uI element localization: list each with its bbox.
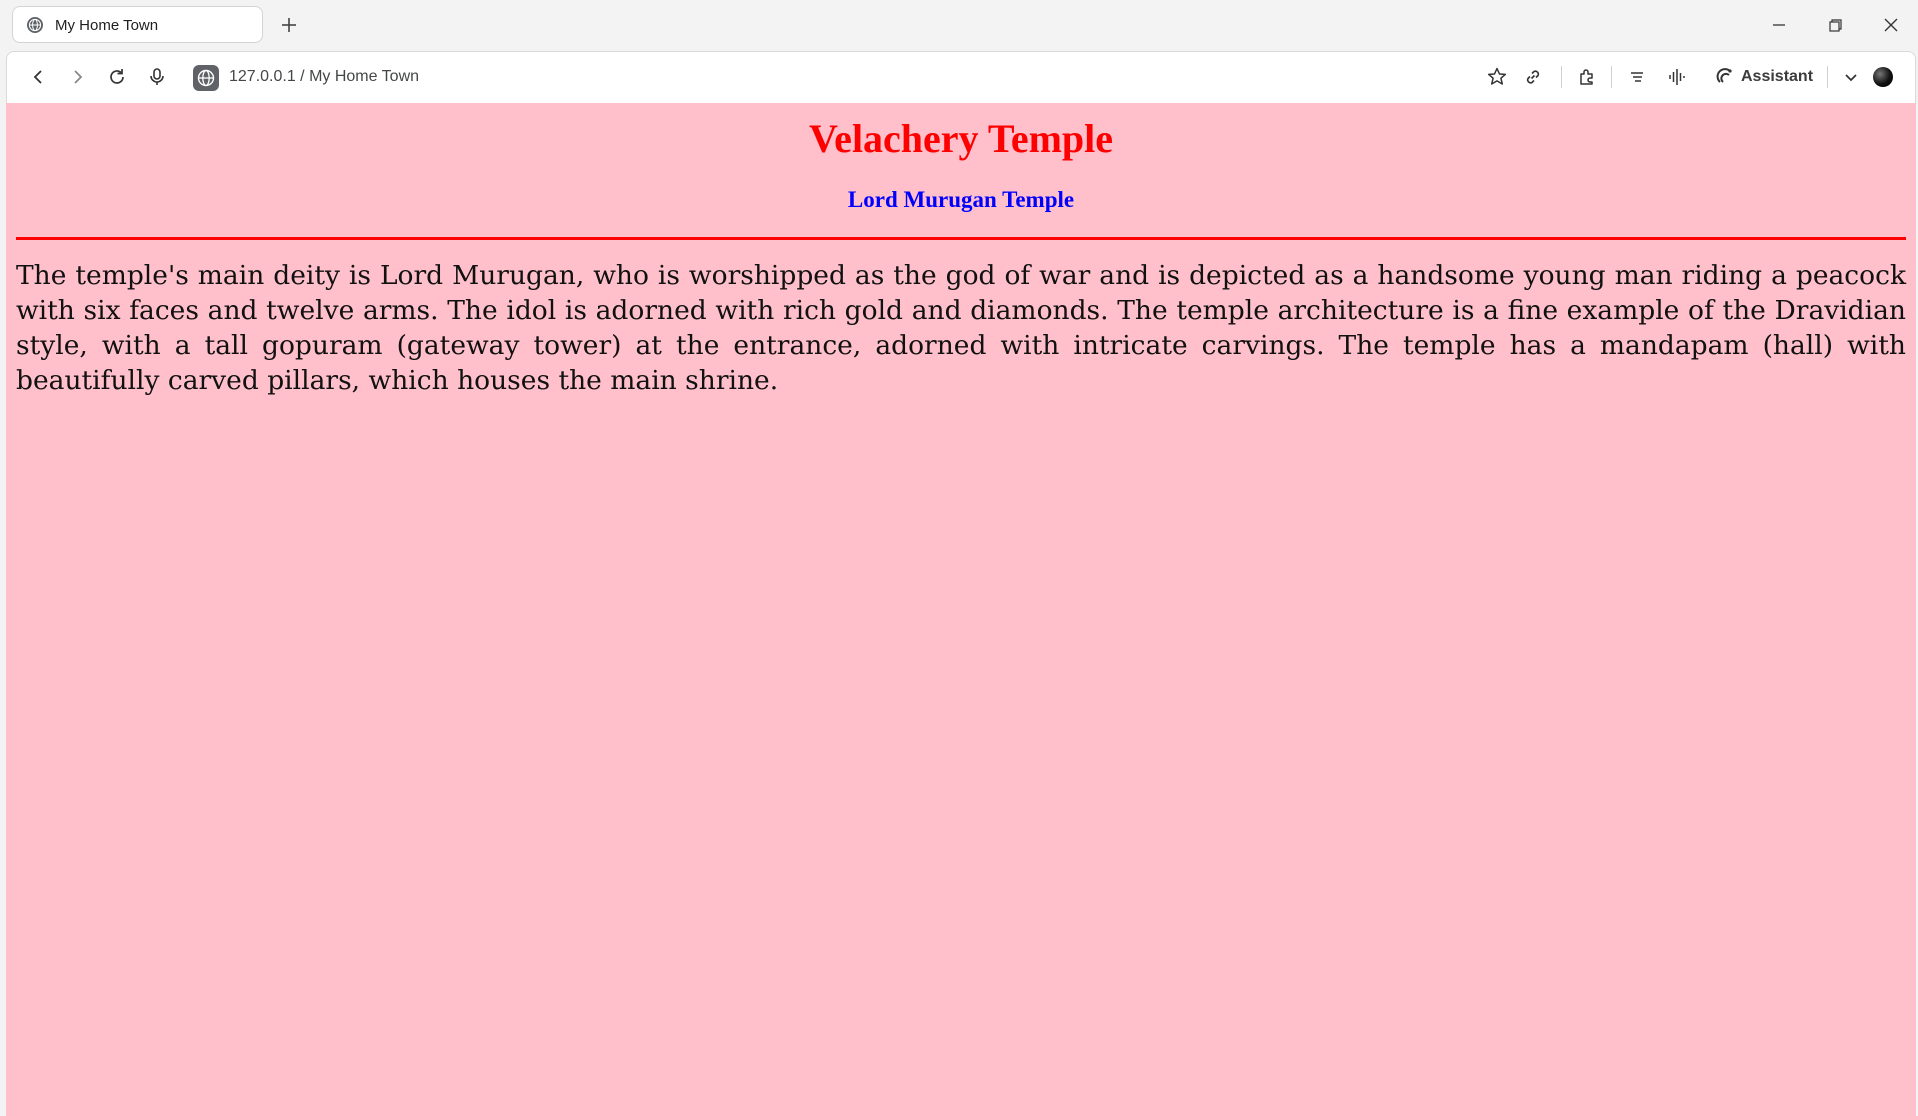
page-title: Velachery Temple <box>808 116 1114 161</box>
address-bar-url[interactable]: 127.0.0.1 / My Home Town <box>229 68 419 86</box>
toolbar-separator <box>1827 66 1828 88</box>
reading-list-icon[interactable] <box>1625 65 1649 89</box>
tab-my-home-town[interactable]: My Home Town <box>12 6 263 43</box>
toolbar-separator <box>1561 66 1562 88</box>
globe-icon <box>26 16 44 34</box>
chevron-down-icon[interactable] <box>1839 65 1863 89</box>
audio-icon[interactable] <box>1665 65 1689 89</box>
assistant-label: Assistant <box>1741 68 1814 85</box>
plus-icon[interactable] <box>278 14 300 36</box>
page-viewport: Velachery Temple Lord Murugan Temple The… <box>6 103 1916 1116</box>
extensions-icon[interactable] <box>1575 65 1599 89</box>
close-icon[interactable] <box>1877 12 1905 40</box>
horizontal-rule <box>16 237 1906 240</box>
restore-icon[interactable] <box>1821 12 1849 40</box>
forward-icon[interactable] <box>65 65 89 89</box>
microphone-icon[interactable] <box>145 65 169 89</box>
reload-icon[interactable] <box>105 65 129 89</box>
tab-strip: My Home Town <box>0 0 1918 51</box>
browser-window: My Home Town 127.0.0.1 / My Home Town As… <box>0 0 1918 1116</box>
assistant-icon <box>1713 64 1737 88</box>
temple-description: The temple's main deity is Lord Murugan,… <box>16 260 1906 396</box>
globe-icon[interactable] <box>193 65 219 91</box>
toolbar-separator <box>1611 66 1612 88</box>
tab-title: My Home Town <box>55 17 159 34</box>
browser-toolbar: 127.0.0.1 / My Home Town Assistant <box>6 51 1916 103</box>
page-subtitle: Lord Murugan Temple <box>847 187 1075 212</box>
link-icon[interactable] <box>1521 65 1545 89</box>
back-icon[interactable] <box>27 65 51 89</box>
profile-icon[interactable] <box>1873 67 1893 87</box>
star-icon[interactable] <box>1485 65 1509 89</box>
minimize-icon[interactable] <box>1765 12 1793 40</box>
